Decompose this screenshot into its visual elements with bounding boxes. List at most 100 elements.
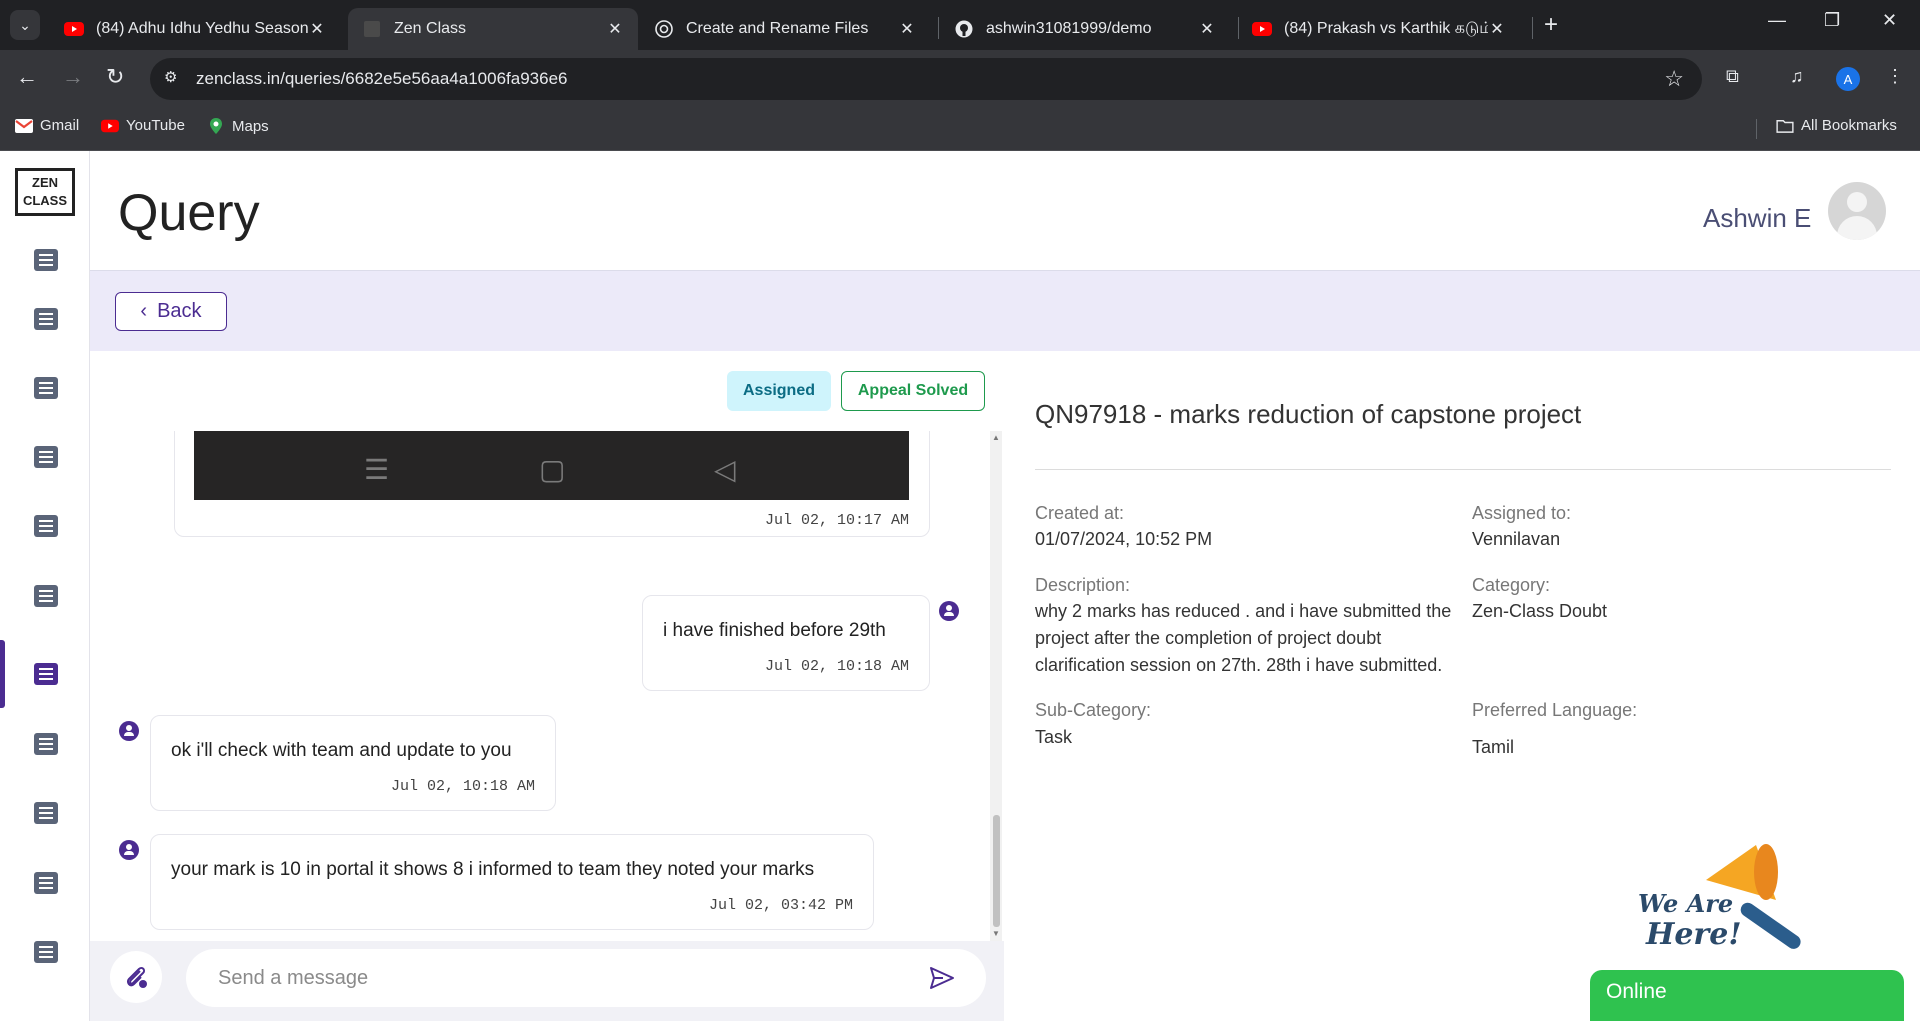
- query-title: QN97918 - marks reduction of capstone pr…: [1035, 399, 1582, 429]
- promo-line: We Are: [1638, 889, 1733, 918]
- all-bookmarks-label: All Bookmarks: [1801, 117, 1897, 134]
- forward-arrow-icon[interactable]: →: [62, 64, 84, 90]
- youtube-icon: [1252, 19, 1272, 39]
- bookmark-label: Maps: [232, 117, 269, 135]
- user-avatar[interactable]: [1828, 182, 1886, 240]
- tab-close-icon[interactable]: ✕: [308, 19, 326, 39]
- extensions-puzzle-icon[interactable]: ⧉: [1726, 66, 1739, 87]
- browser-tab[interactable]: (84) Adhu Idhu Yedhu Season 3 ✕: [50, 8, 340, 50]
- divider: [1035, 469, 1891, 470]
- assigned-value: Vennilavan: [1472, 529, 1561, 549]
- profile-icon[interactable]: [34, 249, 58, 271]
- gmail-icon: [15, 118, 33, 133]
- mentor-message: your mark is 10 in portal it shows 8 i i…: [150, 834, 874, 930]
- scroll-down-icon[interactable]: ▼: [990, 929, 1002, 938]
- tab-close-icon[interactable]: ✕: [898, 19, 916, 39]
- language-label: Preferred Language:: [1472, 700, 1638, 720]
- online-chat-widget[interactable]: Online: [1590, 970, 1904, 1021]
- profile-avatar[interactable]: A: [1836, 67, 1860, 91]
- site-info-icon[interactable]: ⚙: [164, 68, 186, 90]
- calendar-icon[interactable]: [34, 872, 58, 894]
- tasks-icon[interactable]: [34, 941, 58, 963]
- reload-icon[interactable]: ↻: [106, 64, 124, 90]
- zen-class-logo[interactable]: ZEN CLASS: [15, 168, 75, 216]
- browser-tab[interactable]: Create and Rename Files ✕: [640, 8, 930, 50]
- tab-close-icon[interactable]: ✕: [606, 19, 624, 39]
- url-text[interactable]: zenclass.in/queries/6682e5e56aa4a1006fa9…: [196, 69, 567, 89]
- zen-class-favicon-icon: [362, 19, 382, 39]
- bookmark-maps[interactable]: Maps: [207, 117, 269, 135]
- tab-separator: [1532, 17, 1533, 39]
- message-text: ok i'll check with team and update to yo…: [171, 740, 512, 761]
- logo-line: ZEN: [32, 175, 58, 190]
- restore-icon[interactable]: ❐: [1824, 10, 1840, 31]
- bookmarks-separator: [1756, 119, 1757, 139]
- browser-toolbar: ← → ↻ ⚙ zenclass.in/queries/6682e5e56aa4…: [0, 50, 1920, 107]
- class-icon[interactable]: [34, 308, 58, 330]
- send-button[interactable]: [926, 962, 958, 994]
- address-bar[interactable]: ⚙ zenclass.in/queries/6682e5e56aa4a1006f…: [150, 58, 1702, 100]
- message-time: Jul 02, 10:18 AM: [390, 778, 535, 795]
- description-label: Description:: [1035, 575, 1131, 595]
- tasks-icon[interactable]: [34, 377, 58, 399]
- chatgpt-icon: [654, 19, 674, 39]
- bookmark-youtube[interactable]: YouTube: [101, 117, 185, 134]
- attached-screenshot[interactable]: ☰ ▢ ◁: [194, 431, 909, 500]
- subcategory-value: Task: [1035, 727, 1073, 747]
- category-value: Zen-Class Doubt: [1472, 601, 1608, 621]
- maps-icon: [210, 118, 222, 134]
- subcategory-label: Sub-Category:: [1035, 700, 1152, 720]
- minimize-icon[interactable]: —: [1768, 10, 1786, 31]
- message-time: Jul 02, 10:17 AM: [764, 512, 909, 529]
- mentor-avatar-icon: [119, 840, 139, 860]
- chrome-menu-icon[interactable]: ⋮: [1886, 66, 1904, 87]
- message-input[interactable]: [186, 949, 986, 1007]
- back-button[interactable]: ‹ Back: [115, 292, 227, 331]
- bookmarks-bar: Gmail YouTube Maps All Bookmarks: [0, 107, 1920, 151]
- scroll-up-icon[interactable]: ▲: [990, 433, 1002, 442]
- attach-button[interactable]: [110, 951, 162, 1003]
- created-value: 01/07/2024, 10:52 PM: [1035, 529, 1213, 549]
- browser-tab-active[interactable]: Zen Class ✕: [348, 8, 638, 50]
- message-text: your mark is 10 in portal it shows 8 i i…: [171, 859, 815, 880]
- tab-close-icon[interactable]: ✕: [1488, 19, 1506, 39]
- tab-close-icon[interactable]: ✕: [1198, 19, 1216, 39]
- side-navigation: ZEN CLASS: [0, 151, 90, 1021]
- chat-scrollbar[interactable]: ▲ ▼: [990, 431, 1002, 941]
- queries-icon[interactable]: [34, 663, 58, 685]
- media-control-icon[interactable]: ♫: [1790, 66, 1804, 87]
- add-task-icon[interactable]: [34, 733, 58, 755]
- assigned-badge: Assigned: [727, 371, 831, 411]
- youtube-icon: [64, 19, 84, 39]
- user-name[interactable]: Ashwin E: [1703, 203, 1811, 234]
- tab-title: (84) Adhu Idhu Yedhu Season 3: [96, 20, 308, 37]
- we-are-here-illustration[interactable]: We Are Here!: [1636, 840, 1816, 970]
- window-close-icon[interactable]: ✕: [1882, 10, 1897, 31]
- back-button-label: Back: [157, 300, 202, 322]
- scroll-thumb[interactable]: [993, 815, 1000, 927]
- all-bookmarks[interactable]: All Bookmarks: [1776, 117, 1897, 134]
- message-time: Jul 02, 03:42 PM: [708, 897, 853, 914]
- bookmark-label: Gmail: [40, 117, 80, 134]
- bookmark-gmail[interactable]: Gmail: [15, 117, 79, 134]
- browser-tab[interactable]: (84) Prakash vs Karthik கடும் ... ✕: [1238, 8, 1520, 50]
- tab-search-chevron-icon[interactable]: ⌄: [10, 10, 40, 40]
- tab-title: (84) Prakash vs Karthik கடும் ...: [1284, 20, 1488, 37]
- message-time: Jul 02, 10:18 AM: [764, 658, 909, 675]
- chat-status-bar: Assigned Appeal Solved: [90, 351, 1004, 431]
- tasks-icon[interactable]: [34, 446, 58, 468]
- back-arrow-icon[interactable]: ←: [16, 64, 38, 90]
- appeal-solved-badge: Appeal Solved: [841, 371, 985, 411]
- bookmark-star-icon[interactable]: ☆: [1664, 66, 1684, 92]
- tasks-icon[interactable]: [34, 515, 58, 537]
- chat-icon[interactable]: [34, 585, 58, 607]
- image-message: ☰ ▢ ◁ Jul 02, 10:17 AM: [174, 431, 930, 537]
- zen-class-page: ZEN CLASS Query Ashwin E ‹ Back Assigned…: [0, 151, 1920, 1021]
- new-tab-plus-icon[interactable]: +: [1544, 12, 1558, 38]
- description-value: why 2 marks has reduced . and i have sub…: [1035, 601, 1452, 675]
- tasks-icon[interactable]: [34, 802, 58, 824]
- chat-messages[interactable]: ☰ ▢ ◁ Jul 02, 10:17 AM i have finished b…: [90, 431, 1004, 941]
- browser-tab[interactable]: ashwin31081999/demo ✕: [940, 8, 1230, 50]
- message-composer: [90, 941, 1004, 1021]
- mentor-message: ok i'll check with team and update to yo…: [150, 715, 556, 811]
